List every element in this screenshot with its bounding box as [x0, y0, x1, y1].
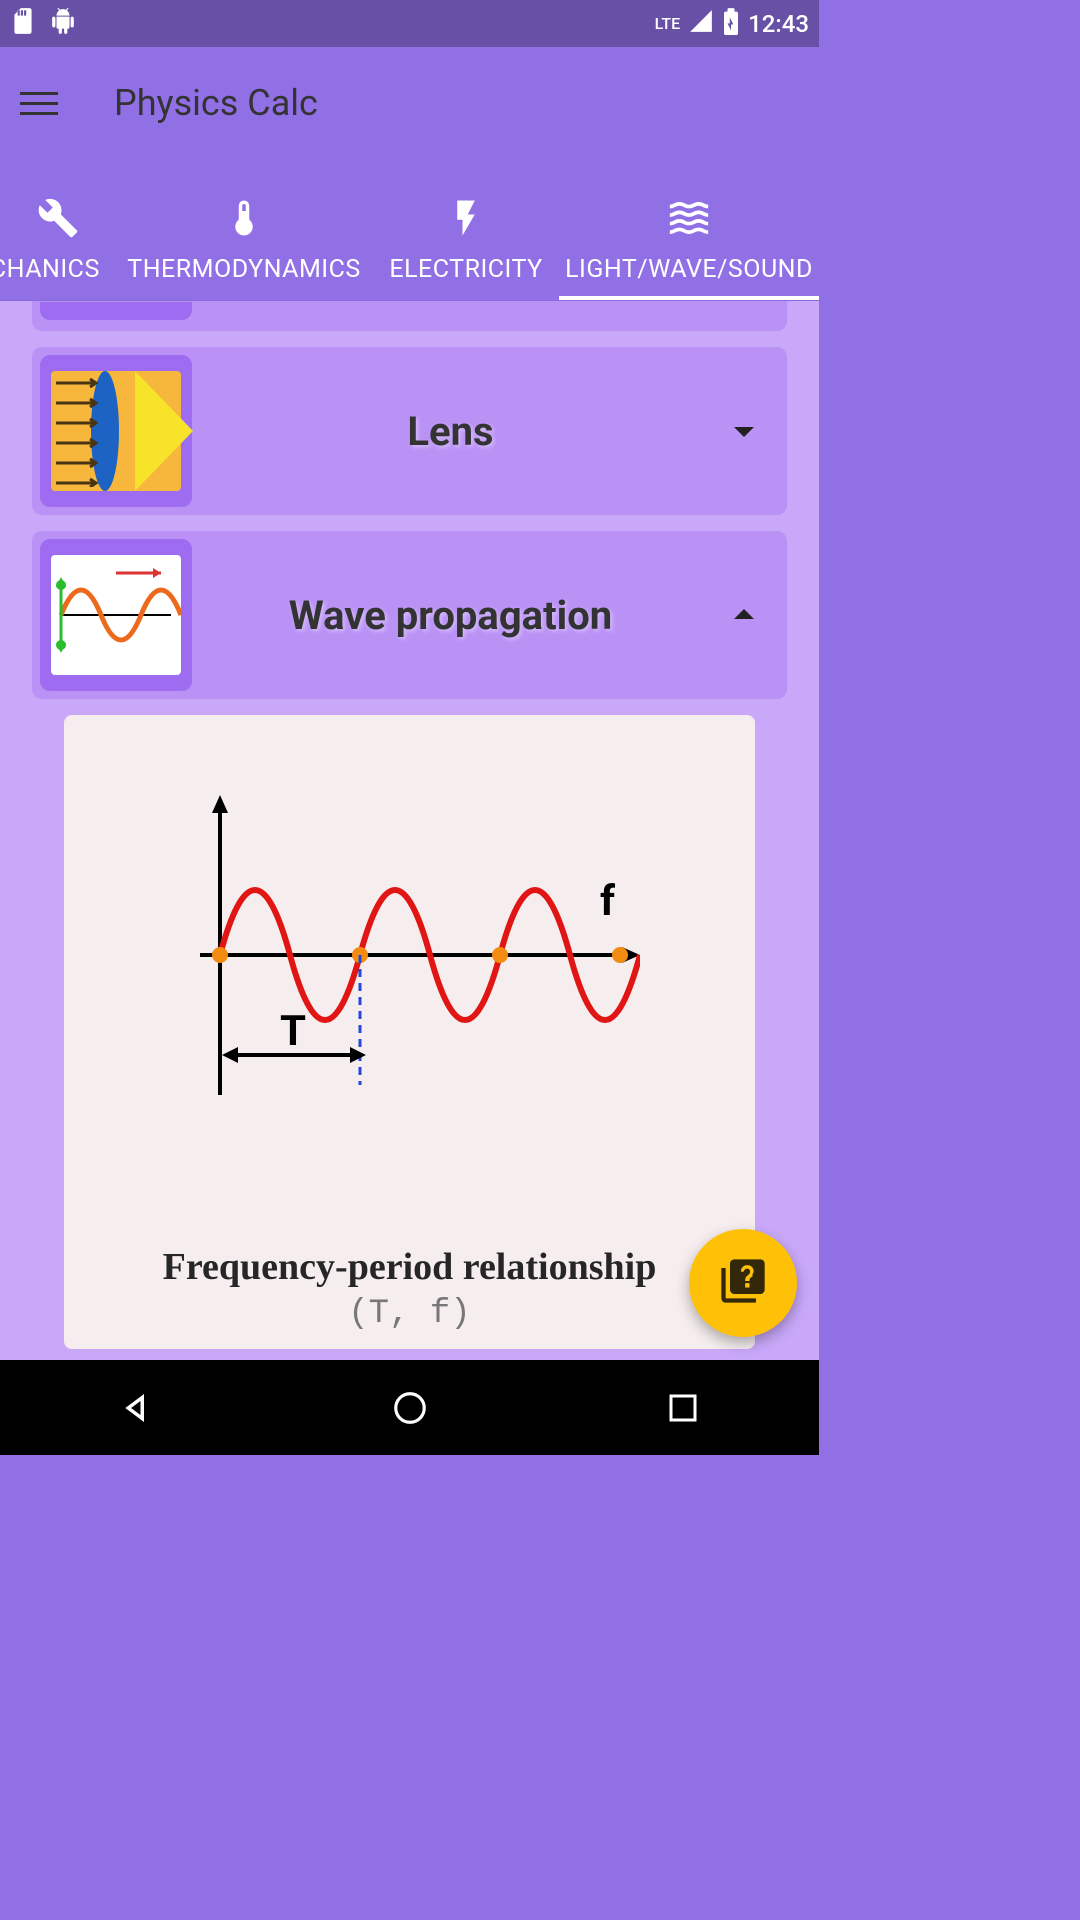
app-bar: Physics Calc — [0, 47, 819, 159]
recent-button[interactable] — [653, 1378, 713, 1438]
android-icon — [50, 6, 76, 42]
sd-card-icon — [10, 6, 36, 42]
signal-icon — [688, 8, 714, 40]
card-title: Lens — [204, 408, 697, 455]
card-icon-placeholder — [40, 302, 192, 320]
help-icon — [717, 1255, 769, 1311]
card-wave-propagation[interactable]: Wave propagation — [32, 531, 787, 699]
tab-label: LIGHT/WAVE/SOUND — [565, 255, 813, 284]
frequency-diagram: T f — [180, 785, 640, 1165]
battery-charging-icon — [722, 7, 740, 41]
period-label: T — [280, 1007, 306, 1056]
card-peek-top[interactable] — [32, 301, 787, 331]
tools-icon — [35, 195, 81, 241]
chevron-up-icon[interactable] — [709, 580, 779, 650]
tab-electricity[interactable]: ELECTRICITY — [373, 159, 559, 300]
wave-icon — [40, 539, 192, 691]
lte-label: LTE — [655, 14, 680, 33]
chevron-down-icon[interactable] — [709, 396, 779, 466]
tab-label: ELECTRICITY — [389, 255, 542, 284]
status-bar: LTE 12:43 — [0, 0, 819, 47]
tab-thermodynamics[interactable]: THERMODYNAMICS — [115, 159, 373, 300]
tab-mechanics[interactable]: ECHANICS — [0, 159, 115, 300]
thermometer-icon — [221, 195, 267, 241]
status-time: 12:43 — [748, 10, 809, 38]
card-title: Wave propagation — [204, 592, 697, 639]
detail-panel[interactable]: T f Frequency-period relationship (T, f) — [64, 715, 755, 1349]
flash-icon — [443, 195, 489, 241]
tab-light-wave-sound[interactable]: LIGHT/WAVE/SOUND — [559, 159, 819, 300]
waves-icon — [666, 195, 712, 241]
system-nav-bar — [0, 1360, 819, 1455]
card-lens[interactable]: Lens — [32, 347, 787, 515]
tab-label: ECHANICS — [0, 255, 100, 284]
back-button[interactable] — [107, 1378, 167, 1438]
detail-subtitle: (T, f) — [348, 1295, 470, 1333]
app-title: Physics Calc — [114, 82, 318, 124]
home-button[interactable] — [380, 1378, 440, 1438]
help-fab[interactable] — [689, 1229, 797, 1337]
menu-icon[interactable] — [20, 79, 68, 127]
freq-label: f — [600, 877, 616, 926]
tab-bar: ECHANICS THERMODYNAMICS ELECTRICITY LIGH… — [0, 159, 819, 301]
tab-label: THERMODYNAMICS — [127, 255, 360, 284]
content-area: Lens Wave propagation — [0, 301, 819, 1360]
detail-title: Frequency-period relationship — [163, 1245, 657, 1289]
lens-icon — [40, 355, 192, 507]
